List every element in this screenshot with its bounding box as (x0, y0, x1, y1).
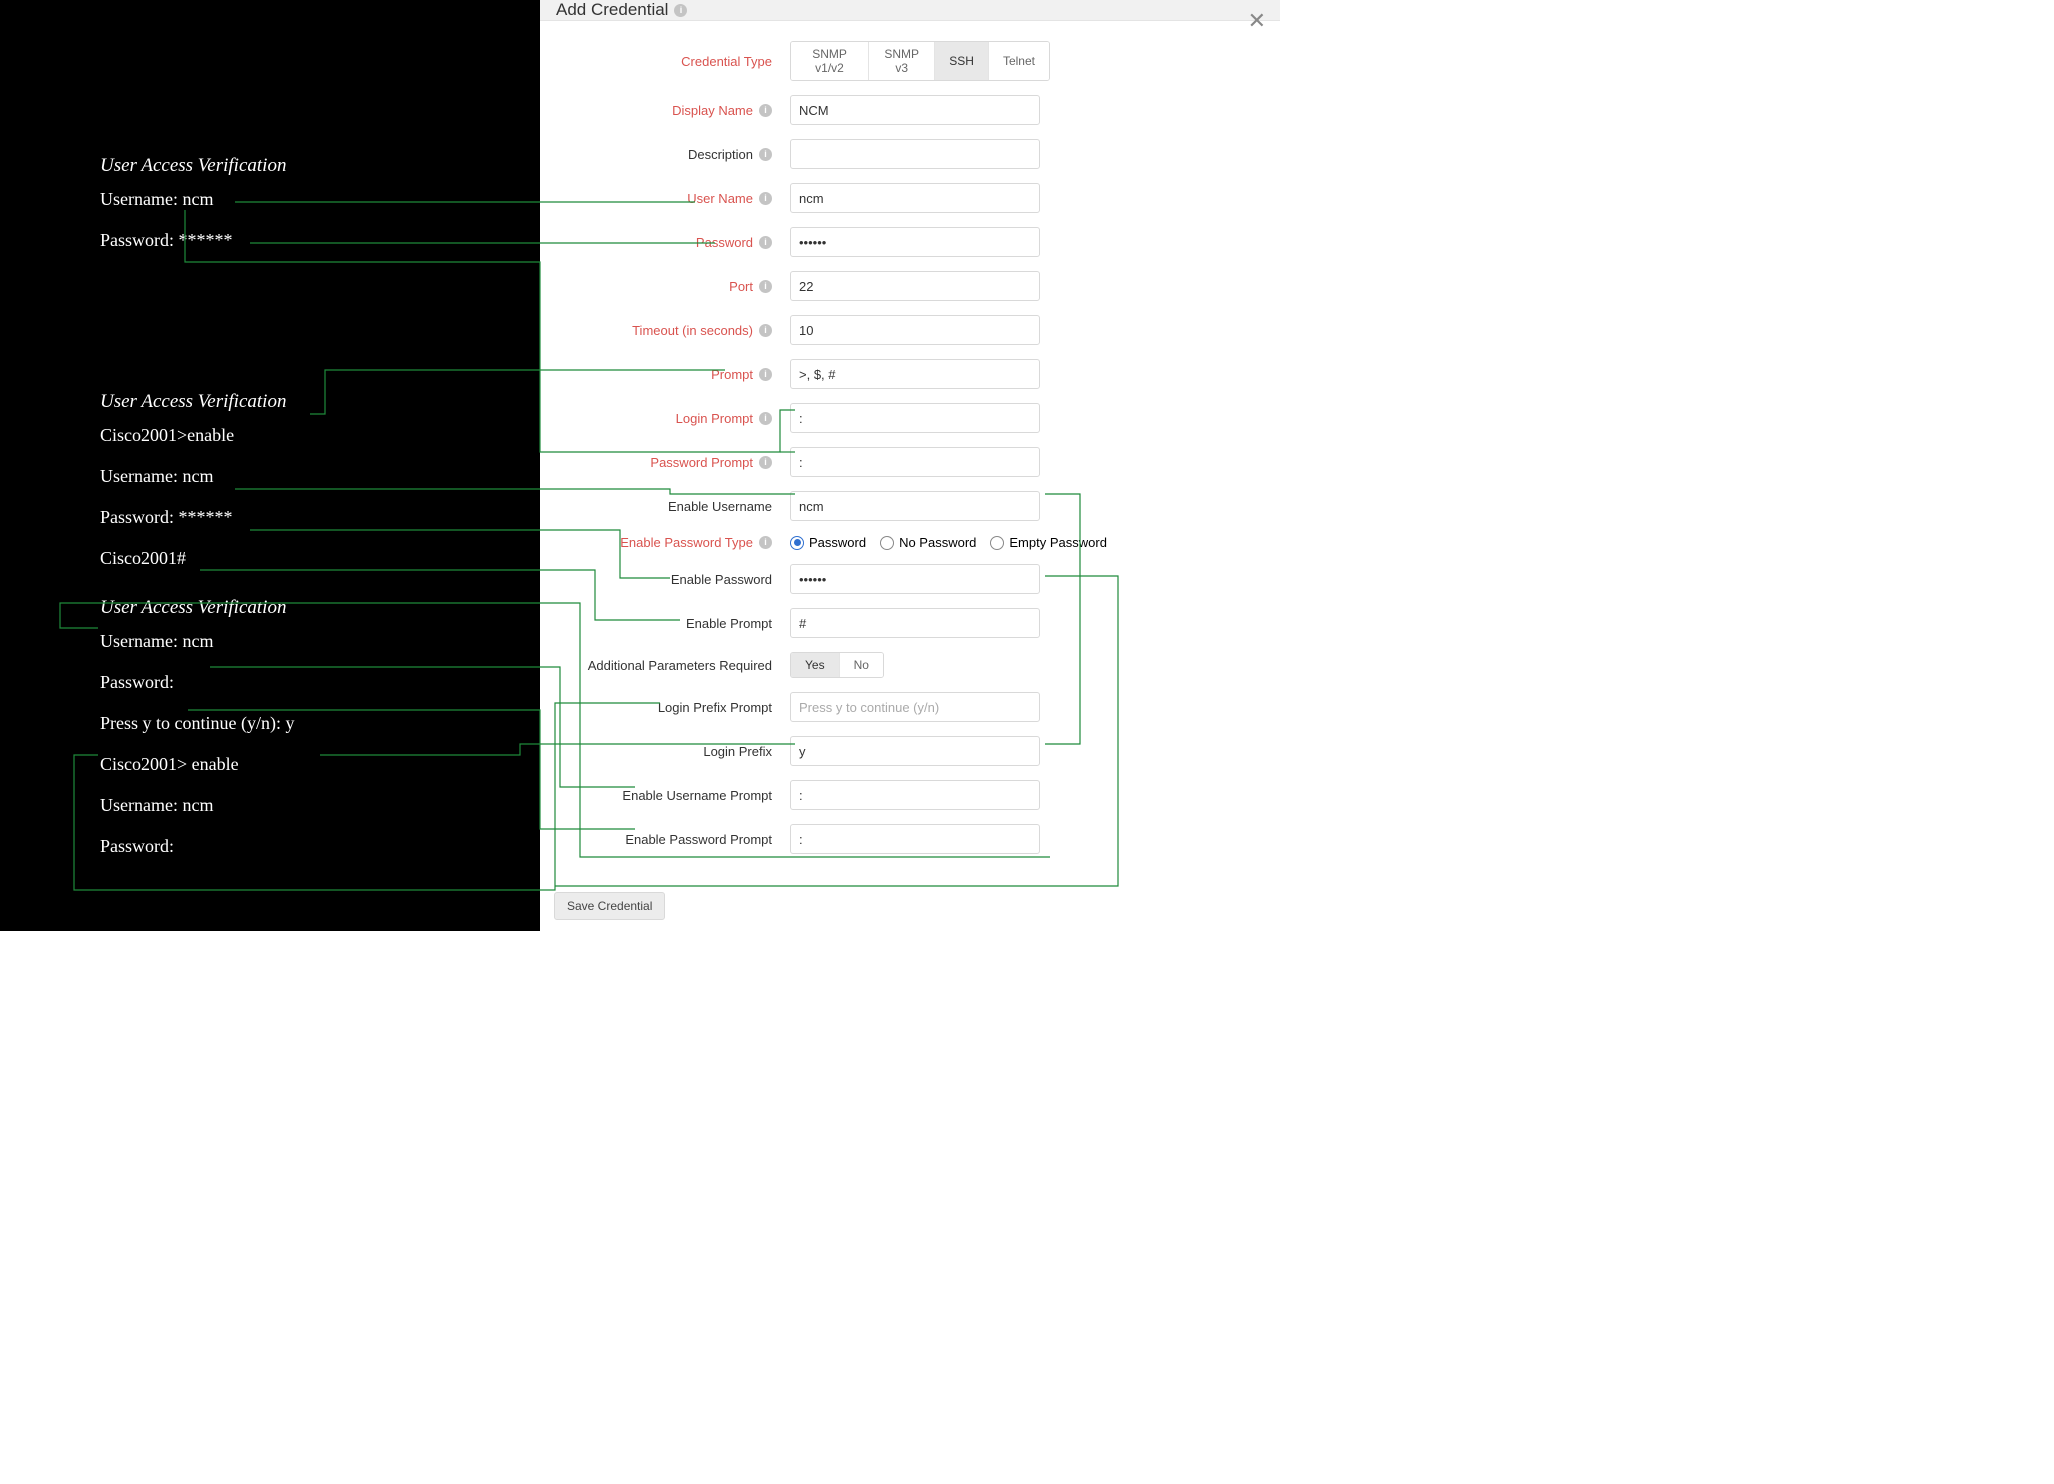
terminal-line-username-3: Username: ncm (100, 631, 540, 652)
close-icon[interactable]: ✕ (1248, 10, 1266, 32)
info-icon[interactable]: i (759, 104, 772, 117)
save-credential-button[interactable]: Save Credential (554, 892, 665, 920)
user-name-input[interactable] (790, 183, 1040, 213)
timeout-label: Timeout (in seconds) i (540, 323, 790, 338)
enable-password-label: Enable Password (540, 572, 790, 587)
info-icon[interactable]: i (759, 456, 772, 469)
enable-username-label: Enable Username (540, 499, 790, 514)
terminal-line-username-1: Username: ncm (100, 189, 540, 210)
port-label: Port i (540, 279, 790, 294)
form-pane: Add Credential i ✕ Credential Type SNMP … (540, 0, 1280, 931)
password-input[interactable] (790, 227, 1040, 257)
terminal-heading-2: User Access Verification (100, 391, 540, 413)
terminal-line-password-1: Password: ****** (100, 230, 540, 251)
info-icon[interactable]: i (759, 280, 772, 293)
login-prefix-prompt-label: Login Prefix Prompt (540, 700, 790, 715)
terminal-line-enable-cmd-2: Cisco2001> enable (100, 754, 540, 775)
info-icon[interactable]: i (759, 368, 772, 381)
password-prompt-input[interactable] (790, 447, 1040, 477)
description-label: Description i (540, 147, 790, 162)
terminal-line-username-4: Username: ncm (100, 795, 540, 816)
password-prompt-label: Password Prompt i (540, 455, 790, 470)
form-body: Credential Type SNMP v1/v2 SNMP v3 SSH T… (540, 21, 1280, 878)
info-icon[interactable]: i (759, 536, 772, 549)
info-icon[interactable]: i (759, 192, 772, 205)
terminal-line-password-2: Password: ****** (100, 507, 540, 528)
info-icon[interactable]: i (759, 412, 772, 425)
info-icon[interactable]: i (674, 4, 687, 17)
radio-no-password-label: No Password (899, 535, 976, 550)
seg-telnet[interactable]: Telnet (989, 42, 1049, 80)
login-prefix-prompt-input[interactable] (790, 692, 1040, 722)
enable-password-prompt-label: Enable Password Prompt (540, 832, 790, 847)
enable-prompt-label: Enable Prompt (540, 616, 790, 631)
radio-empty-password[interactable]: Empty Password (990, 535, 1107, 550)
terminal-line-username-2: Username: ncm (100, 466, 540, 487)
enable-username-prompt-input[interactable] (790, 780, 1040, 810)
dialog-footer: Save Credential (540, 878, 1280, 934)
prompt-input[interactable] (790, 359, 1040, 389)
terminal-line-password-3: Password: (100, 672, 540, 693)
user-name-label: User Name i (540, 191, 790, 206)
info-icon[interactable]: i (759, 148, 772, 161)
credential-type-segmented[interactable]: SNMP v1/v2 SNMP v3 SSH Telnet (790, 41, 1050, 81)
terminal-line-prefix-prompt: Press y to continue (y/n): y (100, 713, 540, 734)
radio-no-password[interactable]: No Password (880, 535, 976, 550)
enable-password-input[interactable] (790, 564, 1040, 594)
enable-password-type-label: Enable Password Type i (540, 535, 790, 550)
seg-snmp-v1v2[interactable]: SNMP v1/v2 (791, 42, 869, 80)
terminal-heading-3: User Access Verification (100, 597, 540, 619)
seg-snmp-v3[interactable]: SNMP v3 (869, 42, 935, 80)
enable-prompt-input[interactable] (790, 608, 1040, 638)
terminal-line-enable-cmd: Cisco2001>enable (100, 425, 540, 446)
info-icon[interactable]: i (759, 324, 772, 337)
prompt-label: Prompt i (540, 367, 790, 382)
timeout-input[interactable] (790, 315, 1040, 345)
login-prompt-label: Login Prompt i (540, 411, 790, 426)
additional-params-label: Additional Parameters Required (540, 658, 790, 673)
radio-password[interactable]: Password (790, 535, 866, 550)
login-prompt-input[interactable] (790, 403, 1040, 433)
terminal-line-password-4: Password: (100, 836, 540, 857)
description-input[interactable] (790, 139, 1040, 169)
enable-username-input[interactable] (790, 491, 1040, 521)
seg-no[interactable]: No (840, 653, 883, 677)
enable-username-prompt-label: Enable Username Prompt (540, 788, 790, 803)
terminal-pane: User Access Verification Username: ncm P… (0, 0, 540, 931)
password-label: Password i (540, 235, 790, 250)
terminal-line-priv-prompt: Cisco2001# (100, 548, 540, 569)
credential-type-label: Credential Type (540, 54, 790, 69)
seg-yes[interactable]: Yes (791, 653, 840, 677)
display-name-input[interactable] (790, 95, 1040, 125)
dialog-header: Add Credential i ✕ (540, 0, 1280, 21)
radio-password-label: Password (809, 535, 866, 550)
login-prefix-label: Login Prefix (540, 744, 790, 759)
login-prefix-input[interactable] (790, 736, 1040, 766)
info-icon[interactable]: i (759, 236, 772, 249)
terminal-heading-1: User Access Verification (100, 155, 540, 177)
radio-empty-password-label: Empty Password (1009, 535, 1107, 550)
seg-ssh[interactable]: SSH (935, 42, 989, 80)
port-input[interactable] (790, 271, 1040, 301)
display-name-label: Display Name i (540, 103, 790, 118)
dialog-title: Add Credential (556, 0, 668, 20)
enable-password-prompt-input[interactable] (790, 824, 1040, 854)
additional-params-segmented[interactable]: Yes No (790, 652, 884, 678)
